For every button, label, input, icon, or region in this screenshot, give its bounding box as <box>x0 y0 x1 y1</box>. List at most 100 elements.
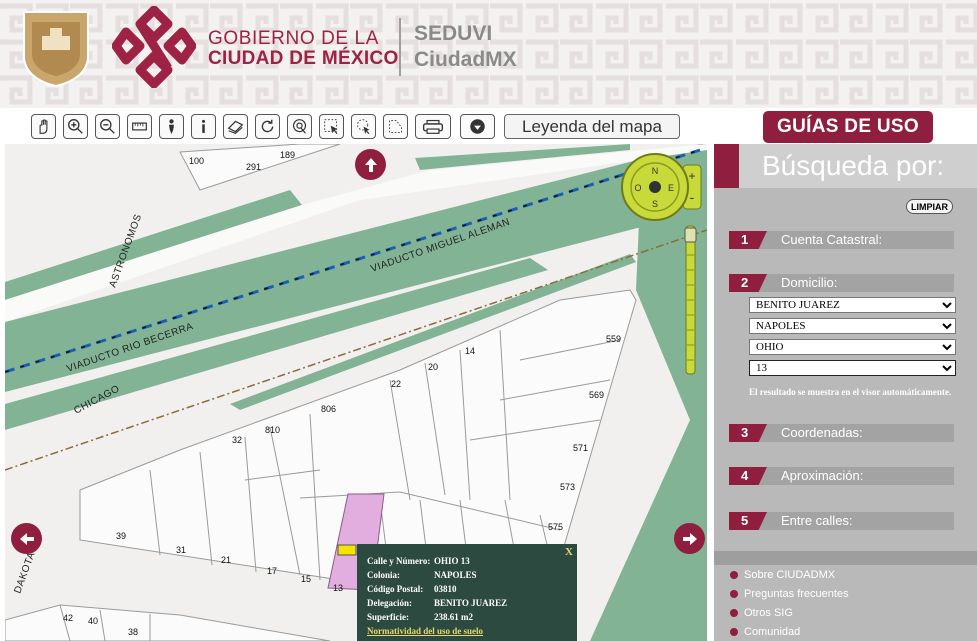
lot-number: 32 <box>232 435 242 445</box>
footer-link-faq[interactable]: Preguntas frecuentes <box>730 588 849 600</box>
compass-west[interactable]: O <box>634 183 641 193</box>
pan-north-button[interactable] <box>355 149 386 180</box>
lot-number: 806 <box>321 404 336 414</box>
polygon-icon <box>389 120 402 133</box>
header-divider <box>399 18 401 76</box>
lot-number: 13 <box>333 583 343 593</box>
compass-north[interactable]: N <box>652 166 659 176</box>
refresh-tool-button[interactable] <box>255 114 280 139</box>
gov-line-1: GOBIERNO DE LA <box>208 28 379 49</box>
search-section-domicilio[interactable]: 2 Domicilio: <box>729 274 954 292</box>
compass-east[interactable]: E <box>668 183 674 193</box>
lot-number: 22 <box>391 379 401 389</box>
footer-link-otros-sig[interactable]: Otros SIG <box>730 607 793 619</box>
refresh-icon <box>261 119 274 133</box>
lasso-tool-button[interactable] <box>351 114 376 139</box>
clear-button[interactable]: LIMPIAR <box>906 199 953 214</box>
popup-key: Colonia: <box>367 570 401 580</box>
popup-key: Calle y Número: <box>367 556 431 566</box>
popup-key: Delegación: <box>367 598 412 608</box>
auto-result-hint: El resultado se muestra en el visor auto… <box>749 387 952 397</box>
site-header: GOBIERNO DE LA CIUDAD DE MÉXICO SEDUVI C… <box>0 0 977 108</box>
popup-close-button[interactable]: X <box>565 546 573 558</box>
popup-value: OHIO 13 <box>434 556 470 566</box>
search-section-coordenadas[interactable]: 3 Coordenadas: <box>729 424 954 442</box>
measure-icon <box>132 122 147 131</box>
agency-line-1: SEDUVI <box>414 22 493 45</box>
lot-number: 40 <box>88 616 98 626</box>
map-canvas[interactable]: VIADUCTO MIGUEL ALEMAN VIADUCTO RIO BECE… <box>5 144 707 641</box>
street-view-tool-button[interactable] <box>159 114 184 139</box>
select-tool-button[interactable] <box>319 114 344 139</box>
lot-number: 189 <box>280 150 295 160</box>
popup-value: NAPOLES <box>434 570 477 580</box>
info-tool-button[interactable] <box>191 114 216 139</box>
pan-tool-button[interactable] <box>31 114 56 139</box>
download-tool-button[interactable] <box>460 114 495 139</box>
search-section-entre-calles[interactable]: 5 Entre calles: <box>729 512 954 530</box>
sidebar-title-bar: Búsqueda por: <box>714 144 977 188</box>
compass-south[interactable]: S <box>652 199 658 209</box>
street-view-icon <box>168 119 175 135</box>
lot-number: 571 <box>573 443 588 453</box>
map-viewer[interactable]: VIADUCTO MIGUEL ALEMAN VIADUCTO RIO BECE… <box>5 144 707 641</box>
lot-number: 575 <box>548 522 563 532</box>
lot-number: 14 <box>465 346 475 356</box>
radius-tool-button[interactable] <box>287 114 312 139</box>
layers-icon <box>227 120 244 134</box>
sidebar-divider <box>714 551 977 565</box>
footer-link-sobre[interactable]: Sobre CIUDADMX <box>730 569 835 581</box>
lot-number: 17 <box>267 566 277 576</box>
delegation-select[interactable]: BENITO JUAREZ <box>749 297 956 313</box>
search-section-cuenta-catastral[interactable]: 1 Cuenta Catastral: <box>729 231 954 249</box>
land-use-regulation-link[interactable]: Normatividad del uso de suelo <box>367 626 483 636</box>
lot-number: 39 <box>116 531 126 541</box>
lot-number: 20 <box>428 362 438 372</box>
search-section-aproximacion[interactable]: 4 Aproximación: <box>729 467 954 485</box>
colony-select[interactable]: NAPOLES <box>749 318 956 334</box>
zoom-out-map-button[interactable]: - <box>690 189 695 205</box>
street-select[interactable]: OHIO <box>749 339 956 355</box>
footer-link-comunidad[interactable]: Comunidad <box>730 626 800 638</box>
lot-number: 38 <box>128 627 138 637</box>
user-guides-button[interactable]: GUÍAS DE USO <box>763 111 933 143</box>
lot-number: 100 <box>189 156 204 166</box>
lot-number: 42 <box>63 613 73 623</box>
radius-icon <box>292 119 307 134</box>
lot-number: 31 <box>176 545 186 555</box>
popup-value: BENITO JUAREZ <box>434 598 508 608</box>
lot-number: 15 <box>301 574 311 584</box>
measure-tool-button[interactable] <box>127 114 152 139</box>
cdmx-logo-icon <box>112 6 196 88</box>
popup-key: Código Postal: <box>367 584 424 594</box>
lot-number: 569 <box>589 390 604 400</box>
pan-icon <box>39 119 48 134</box>
gov-line-2: CIUDAD DE MÉXICO <box>208 48 399 69</box>
zoom-in-map-button[interactable]: + <box>688 169 695 183</box>
lot-number: 559 <box>606 334 621 344</box>
lot-marker[interactable] <box>337 544 357 556</box>
zoom-in-tool-button[interactable] <box>63 114 88 139</box>
zoom-out-icon <box>100 119 115 134</box>
print-icon <box>422 119 444 134</box>
polygon-tool-button[interactable] <box>383 114 408 139</box>
info-icon <box>201 119 206 133</box>
lot-number: 291 <box>246 162 261 172</box>
download-icon <box>470 119 485 134</box>
pan-east-button[interactable] <box>674 523 705 554</box>
number-select[interactable]: 13 <box>749 360 956 376</box>
layers-tool-button[interactable] <box>223 114 248 139</box>
zoom-slider[interactable] <box>684 225 697 375</box>
lot-number: 810 <box>265 425 280 435</box>
print-tool-button[interactable] <box>415 114 451 139</box>
pan-west-button[interactable] <box>11 523 42 554</box>
zoom-in-icon <box>68 119 83 134</box>
zoom-out-tool-button[interactable] <box>95 114 120 139</box>
lot-info-popup: X Calle y Número: OHIO 13 Colonia: NAPOLES… <box>357 544 577 641</box>
agency-line-2: CiudadMX <box>414 48 517 71</box>
select-icon <box>324 119 338 135</box>
arrow-up-icon <box>364 157 377 172</box>
popup-value: 238.61 m2 <box>434 612 473 622</box>
popup-value: 03810 <box>434 584 457 594</box>
map-legend-button[interactable]: Leyenda del mapa <box>504 114 680 139</box>
